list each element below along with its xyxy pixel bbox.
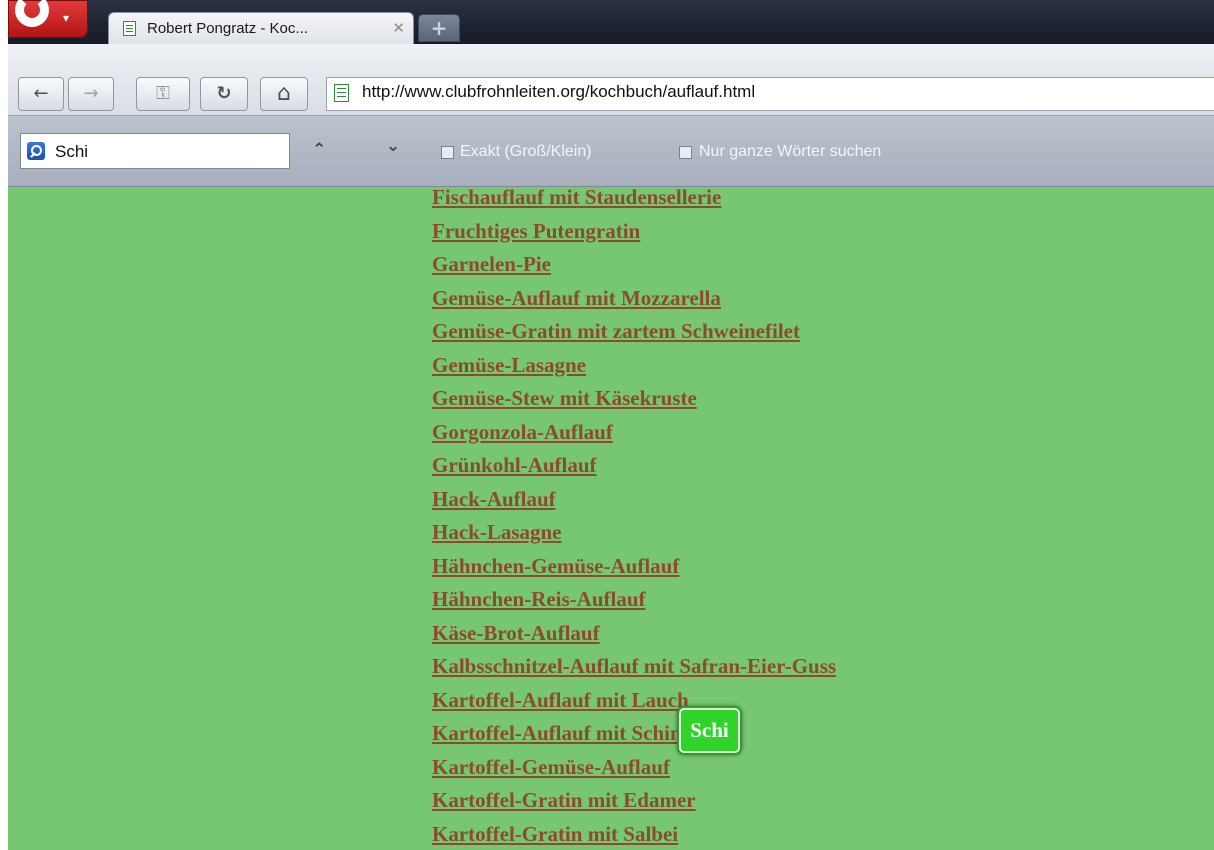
list-item: Fischauflauf mit Staudensellerie (432, 187, 836, 215)
find-previous-button[interactable]: ⌃ (312, 140, 326, 160)
recipe-link[interactable]: Hack-Auflauf (432, 483, 836, 517)
recipe-link[interactable]: Kartoffel-Auflauf mit Lauch (432, 684, 836, 718)
list-item: Hack-Auflauf (432, 483, 836, 517)
page-icon (123, 21, 136, 36)
list-item: Hack-Lasagne (432, 516, 836, 550)
home-button[interactable]: ⌂ (260, 77, 308, 111)
list-item: Kartoffel-Gratin mit Edamer (432, 784, 836, 818)
forward-button[interactable]: → (68, 77, 114, 111)
list-item: Gemüse-Stew mit Käsekruste (432, 382, 836, 416)
whole-words-label: Nur ganze Wörter suchen (699, 143, 882, 160)
exact-label: Exakt (Groß/Klein) (460, 143, 592, 160)
close-icon[interactable]: ✕ (392, 19, 405, 37)
list-item: Fruchtiges Putengratin (432, 215, 836, 249)
reload-button[interactable]: ↻ (200, 77, 248, 111)
exact-checkbox[interactable] (441, 146, 454, 159)
find-input[interactable]: Schi (20, 133, 290, 169)
search-icon (27, 142, 45, 160)
recipe-link[interactable]: Gemüse-Gratin mit zartem Schweinefilet (432, 315, 836, 349)
recipe-link[interactable]: Hähnchen-Gemüse-Auflauf (432, 550, 836, 584)
browser-window: ▾ Robert Pongratz - Koc... ✕ + ← → ⚿ ↻ ⌂… (8, 0, 1214, 850)
list-item: Grünkohl-Auflauf (432, 449, 836, 483)
opera-menu-button[interactable]: ▾ (8, 0, 88, 38)
page-icon (334, 84, 349, 102)
list-item: Kartoffel-Gratin mit Salbei (432, 818, 836, 850)
recipe-link[interactable]: Käse-Brot-Auflauf (432, 617, 836, 651)
list-item: Kartoffel-Auflauf mit Lauch (432, 684, 836, 718)
find-next-button[interactable]: ⌄ (386, 136, 400, 156)
list-item: Kartoffel-Gemüse-Auflauf (432, 751, 836, 785)
list-item: Gemüse-Lasagne (432, 349, 836, 383)
recipe-link[interactable]: Kalbsschnitzel-Auflauf mit Safran-Eier-G… (432, 650, 836, 684)
recipe-link[interactable]: Fruchtiges Putengratin (432, 215, 836, 249)
url-text[interactable]: http://www.clubfrohnleiten.org/kochbuch/… (362, 82, 755, 102)
list-item: Kalbsschnitzel-Auflauf mit Safran-Eier-G… (432, 650, 836, 684)
recipe-link[interactable]: Hähnchen-Reis-Auflauf (432, 583, 836, 617)
whole-words-checkbox[interactable] (679, 146, 692, 159)
find-highlight: Schi (679, 708, 740, 753)
wand-key-button[interactable]: ⚿ (136, 77, 190, 111)
list-item: Gemüse-Auflauf mit Mozzarella (432, 282, 836, 316)
recipe-link[interactable]: Garnelen-Pie (432, 248, 836, 282)
tab-title: Robert Pongratz - Koc... (147, 20, 308, 37)
list-item: Gorgonzola-Auflauf (432, 416, 836, 450)
find-bar: Schi ⌃ ⌄ Exakt (Groß/Klein) Nur ganze Wö… (8, 116, 1214, 187)
list-item: Kartoffel-Auflauf mit Schinken (432, 717, 836, 751)
new-tab-button[interactable]: + (418, 14, 460, 42)
recipe-link[interactable]: Kartoffel-Gratin mit Edamer (432, 784, 836, 818)
recipe-link[interactable]: Gemüse-Auflauf mit Mozzarella (432, 282, 836, 316)
recipe-link[interactable]: Grünkohl-Auflauf (432, 449, 836, 483)
list-item: Käse-Brot-Auflauf (432, 617, 836, 651)
address-bar: ← → ⚿ ↻ ⌂ http://www.clubfrohnleiten.org… (8, 44, 1214, 116)
list-item: Hähnchen-Reis-Auflauf (432, 583, 836, 617)
recipe-link[interactable]: Fischauflauf mit Staudensellerie (432, 187, 836, 215)
recipe-link[interactable]: Hack-Lasagne (432, 516, 836, 550)
list-item: Hähnchen-Gemüse-Auflauf (432, 550, 836, 584)
recipe-link[interactable]: Gemüse-Stew mit Käsekruste (432, 382, 836, 416)
recipe-link[interactable]: Kartoffel-Gratin mit Salbei (432, 818, 836, 850)
tab-bar: ▾ Robert Pongratz - Koc... ✕ + (8, 0, 1214, 44)
page-content: Fischauflauf mit Staudensellerie Fruchtig… (8, 187, 1214, 850)
find-query: Schi (55, 142, 89, 161)
recipe-link[interactable]: Gorgonzola-Auflauf (432, 416, 836, 450)
list-item: Garnelen-Pie (432, 248, 836, 282)
back-button[interactable]: ← (18, 77, 64, 111)
chevron-down-icon: ▾ (63, 11, 70, 25)
tab-active[interactable]: Robert Pongratz - Koc... ✕ (108, 12, 414, 44)
recipe-link[interactable]: Kartoffel-Gemüse-Auflauf (432, 751, 836, 785)
recipe-list: Fischauflauf mit Staudensellerie Fruchtig… (432, 187, 836, 850)
list-item: Gemüse-Gratin mit zartem Schweinefilet (432, 315, 836, 349)
recipe-link[interactable]: Kartoffel-Auflauf mit Schinken (432, 717, 836, 751)
recipe-link[interactable]: Gemüse-Lasagne (432, 349, 836, 383)
opera-logo-icon (15, 0, 49, 27)
